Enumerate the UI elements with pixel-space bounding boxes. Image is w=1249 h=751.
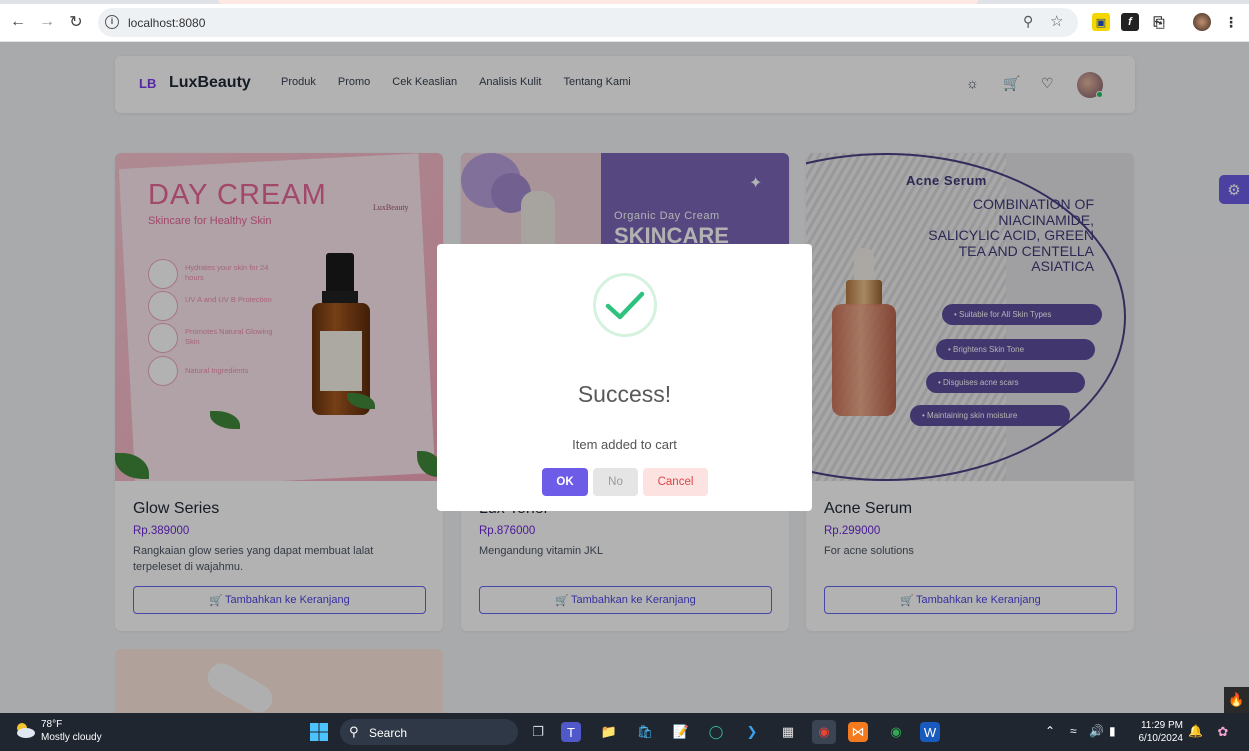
clock-time: 11:29 PM — [1140, 720, 1183, 731]
windows-taskbar: 78°F Mostly cloudy ⚲ Search ❐ T 📁 🛍 📝 ◯ … — [0, 713, 1249, 751]
teams-icon[interactable]: T — [561, 722, 581, 742]
chrome-icon[interactable]: ◉ — [812, 720, 836, 744]
copilot-icon[interactable]: ✿ — [1212, 720, 1234, 744]
vscode-icon[interactable]: ❯ — [740, 720, 764, 744]
chrome-profile-icon[interactable]: ◉ — [884, 720, 908, 744]
weather-description[interactable]: Mostly cloudy — [41, 732, 102, 743]
notepad-icon[interactable]: 📝 — [669, 720, 693, 744]
task-view-icon[interactable]: ❐ — [526, 720, 550, 744]
success-check-icon — [593, 273, 657, 337]
bookmark-star-icon[interactable]: ☆ — [1050, 12, 1063, 30]
dialog-message: Item added to cart — [572, 437, 677, 452]
xampp-icon[interactable]: ⋈ — [848, 722, 868, 742]
no-button[interactable]: No — [593, 468, 638, 496]
back-icon[interactable]: ← — [7, 11, 29, 33]
edge-icon[interactable]: ◯ — [704, 720, 728, 744]
windows-start-icon[interactable] — [307, 720, 331, 744]
unity-icon[interactable]: ▦ — [776, 720, 800, 744]
address-bar[interactable]: i localhost:8080 ⚲ ☆ — [98, 8, 1078, 37]
weather-temperature[interactable]: 78°F — [41, 719, 62, 730]
word-icon[interactable]: W — [920, 722, 940, 742]
cloud-icon[interactable] — [14, 721, 36, 739]
clock-date: 6/10/2024 — [1138, 733, 1184, 744]
battery-icon[interactable]: ▮ — [1109, 724, 1116, 738]
zoom-icon[interactable]: ⚲ — [1023, 13, 1033, 30]
browser-menu-icon[interactable]: ⋮ — [1222, 13, 1240, 31]
reload-icon[interactable]: ↻ — [65, 11, 87, 33]
notification-icon[interactable]: 🔔 — [1188, 724, 1203, 738]
search-label: Search — [369, 726, 408, 740]
store-icon[interactable]: 🛍 — [633, 720, 657, 744]
site-info-icon[interactable]: i — [105, 15, 119, 29]
extension-fx-icon[interactable]: f — [1121, 13, 1139, 31]
success-dialog: Success! Item added to cart OK No Cancel — [437, 244, 812, 511]
profile-avatar-icon[interactable] — [1193, 13, 1211, 31]
url-text[interactable]: localhost:8080 — [128, 16, 205, 30]
extensions-puzzle-icon[interactable]: ⎘ — [1150, 13, 1168, 31]
browser-toolbar: ← → ↻ i localhost:8080 ⚲ ☆ ▣ f ⎘ ⋮ — [0, 4, 1249, 42]
file-explorer-icon[interactable]: 📁 — [597, 720, 621, 744]
dialog-title: Success! — [577, 381, 672, 407]
volume-icon[interactable]: 🔊 — [1089, 724, 1104, 738]
fire-icon[interactable]: 🔥 — [1224, 687, 1249, 713]
taskbar-search[interactable]: ⚲ Search — [340, 719, 518, 745]
ok-button[interactable]: OK — [542, 468, 588, 496]
page: LB LuxBeauty Produk Promo Cek Keaslian A… — [0, 42, 1249, 713]
extension-icon[interactable]: ▣ — [1092, 13, 1110, 31]
cancel-button[interactable]: Cancel — [643, 468, 708, 496]
clock[interactable]: 11:29 PM 6/10/2024 — [1133, 719, 1184, 745]
search-icon: ⚲ — [349, 724, 359, 739]
wifi-icon[interactable]: ≈ — [1070, 724, 1077, 738]
forward-icon[interactable]: → — [36, 11, 58, 33]
chevron-up-icon[interactable]: ⌃ — [1045, 724, 1055, 738]
